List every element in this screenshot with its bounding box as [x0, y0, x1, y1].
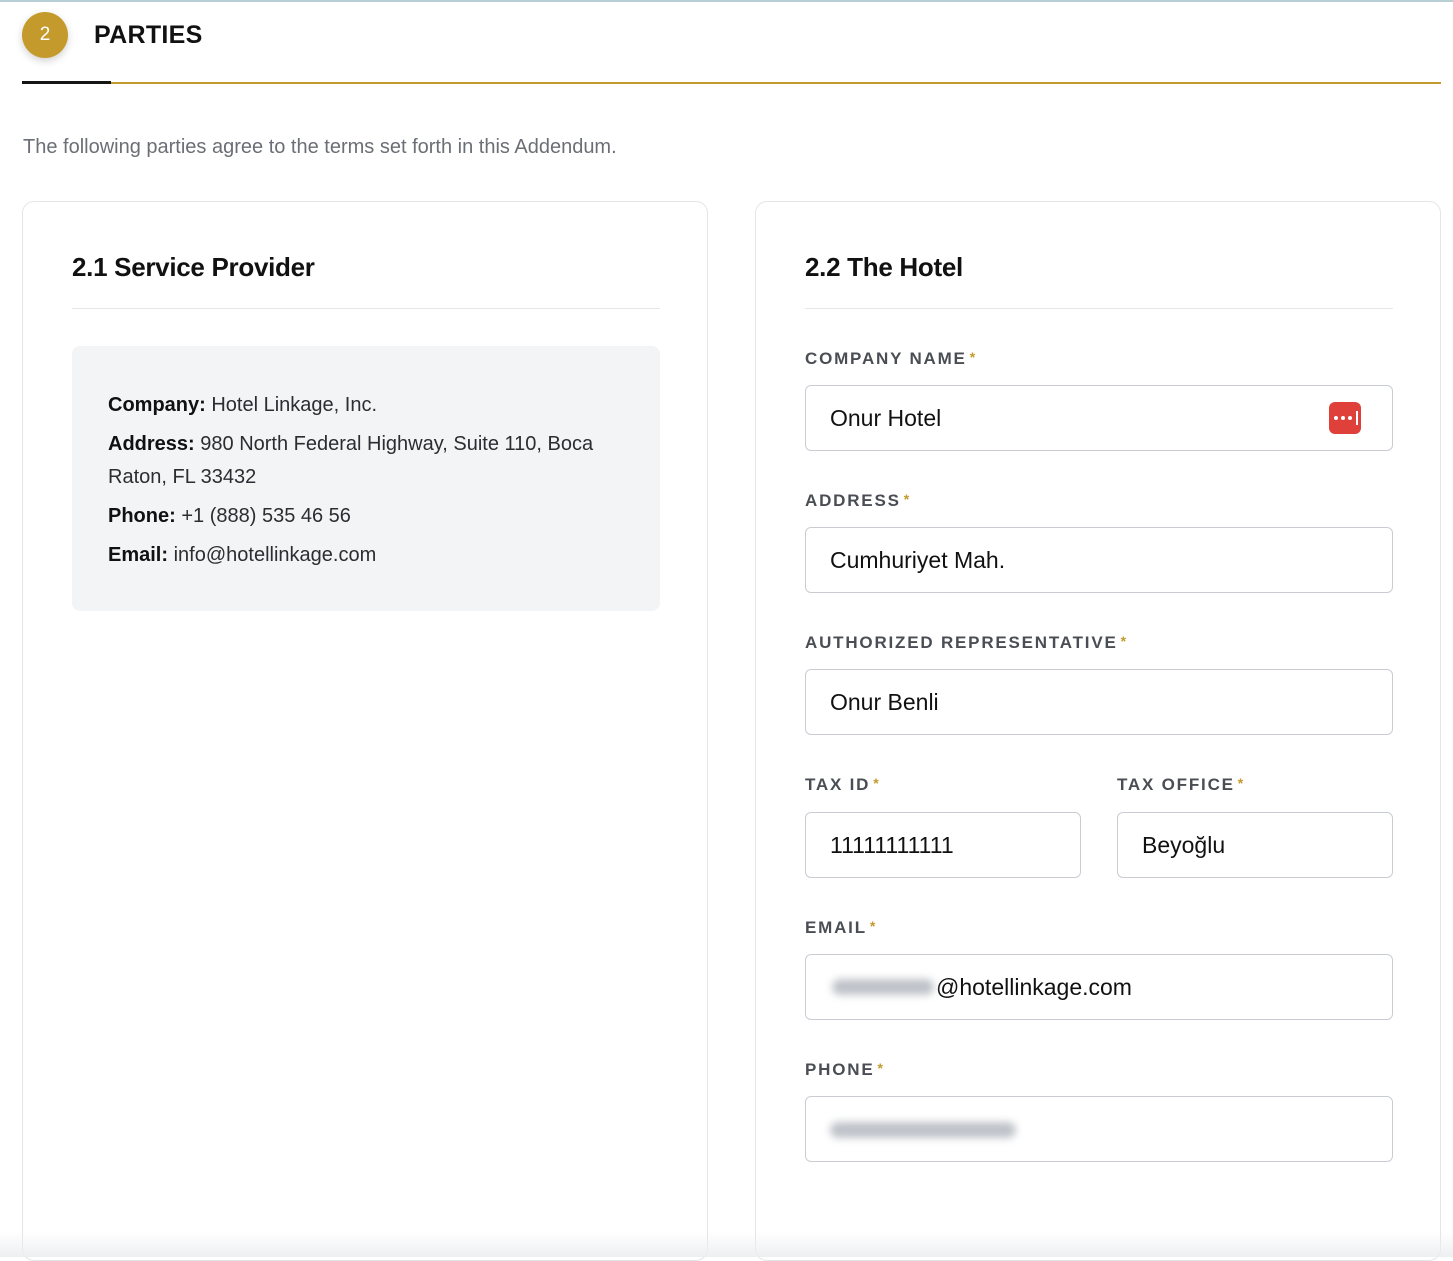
required-asterisk: *: [869, 918, 878, 934]
section-header: 2 PARTIES: [22, 12, 203, 58]
email-redacted-part: [830, 975, 936, 999]
password-manager-icon[interactable]: [1329, 402, 1361, 434]
provider-phone-value: +1 (888) 535 46 56: [181, 505, 351, 527]
section-title: PARTIES: [94, 20, 203, 49]
required-asterisk: *: [877, 1060, 885, 1076]
required-asterisk: *: [1120, 633, 1128, 649]
required-asterisk: *: [873, 775, 881, 791]
authorized-representative-input[interactable]: [805, 669, 1393, 735]
tax-id-label: TAX ID *: [805, 775, 881, 795]
service-provider-title: 2.1 Service Provider: [72, 252, 315, 282]
step-number-badge: 2: [22, 12, 68, 58]
required-asterisk: *: [903, 491, 911, 507]
section-underline-active: [22, 81, 111, 84]
provider-address-label: Address:: [108, 433, 195, 455]
provider-company-label: Company:: [108, 394, 206, 416]
bottom-fade: [0, 1232, 1453, 1257]
address-input[interactable]: [805, 527, 1393, 593]
phone-label: PHONE *: [805, 1060, 885, 1080]
provider-email-label: Email:: [108, 544, 169, 566]
required-asterisk: *: [1237, 775, 1246, 791]
company-name-label: COMPANY NAME *: [805, 349, 977, 369]
provider-phone-label: Phone:: [108, 505, 176, 527]
provider-email: Email: info@hotellinkage.com: [108, 539, 624, 572]
company-name-input[interactable]: [805, 385, 1393, 451]
email-label-text: EMAIL: [805, 918, 867, 937]
company-name-label-text: COMPANY NAME: [805, 349, 967, 368]
address-label: ADDRESS *: [805, 491, 911, 511]
address-label-text: ADDRESS: [805, 491, 901, 510]
email-visible-suffix: @hotellinkage.com: [936, 973, 1132, 1000]
provider-details-box: Company: Hotel Linkage, Inc. Address: 98…: [72, 346, 660, 611]
card-divider: [72, 308, 660, 309]
provider-address: Address: 980 North Federal Highway, Suit…: [108, 428, 624, 494]
provider-phone: Phone: +1 (888) 535 46 56: [108, 500, 624, 533]
tax-office-input[interactable]: [1117, 812, 1393, 878]
email-label: EMAIL *: [805, 918, 877, 938]
hotel-card-title: 2.2 The Hotel: [805, 252, 963, 282]
phone-input[interactable]: [805, 1096, 1393, 1162]
provider-email-value: info@hotellinkage.com: [173, 544, 377, 566]
tax-office-label-text: TAX OFFICE: [1117, 775, 1235, 794]
tax-id-input[interactable]: [805, 812, 1081, 878]
tax-id-label-text: TAX ID: [805, 775, 871, 794]
phone-redacted-value: [830, 1122, 1016, 1138]
section-underline: [111, 82, 1441, 84]
hotel-card: 2.2 The Hotel COMPANY NAME* ADDRESS* AUT…: [755, 201, 1441, 1261]
service-provider-card: 2.1 Service Provider Company: Hotel Link…: [22, 201, 708, 1261]
email-input[interactable]: @hotellinkage.com: [805, 954, 1393, 1020]
provider-company-value: Hotel Linkage, Inc.: [211, 394, 378, 416]
provider-company: Company: Hotel Linkage, Inc.: [108, 389, 624, 422]
top-edge-line: [0, 0, 1453, 2]
card-divider: [805, 308, 1393, 309]
phone-label-text: PHONE: [805, 1060, 875, 1079]
authorized-representative-label: AUTHORIZED REPRESENTATIVE *: [805, 633, 1128, 653]
required-asterisk: *: [969, 349, 977, 365]
section-intro-text: The following parties agree to the terms…: [23, 136, 617, 158]
tax-office-label: TAX OFFICE *: [1117, 775, 1245, 795]
authorized-representative-label-text: AUTHORIZED REPRESENTATIVE: [805, 633, 1118, 652]
